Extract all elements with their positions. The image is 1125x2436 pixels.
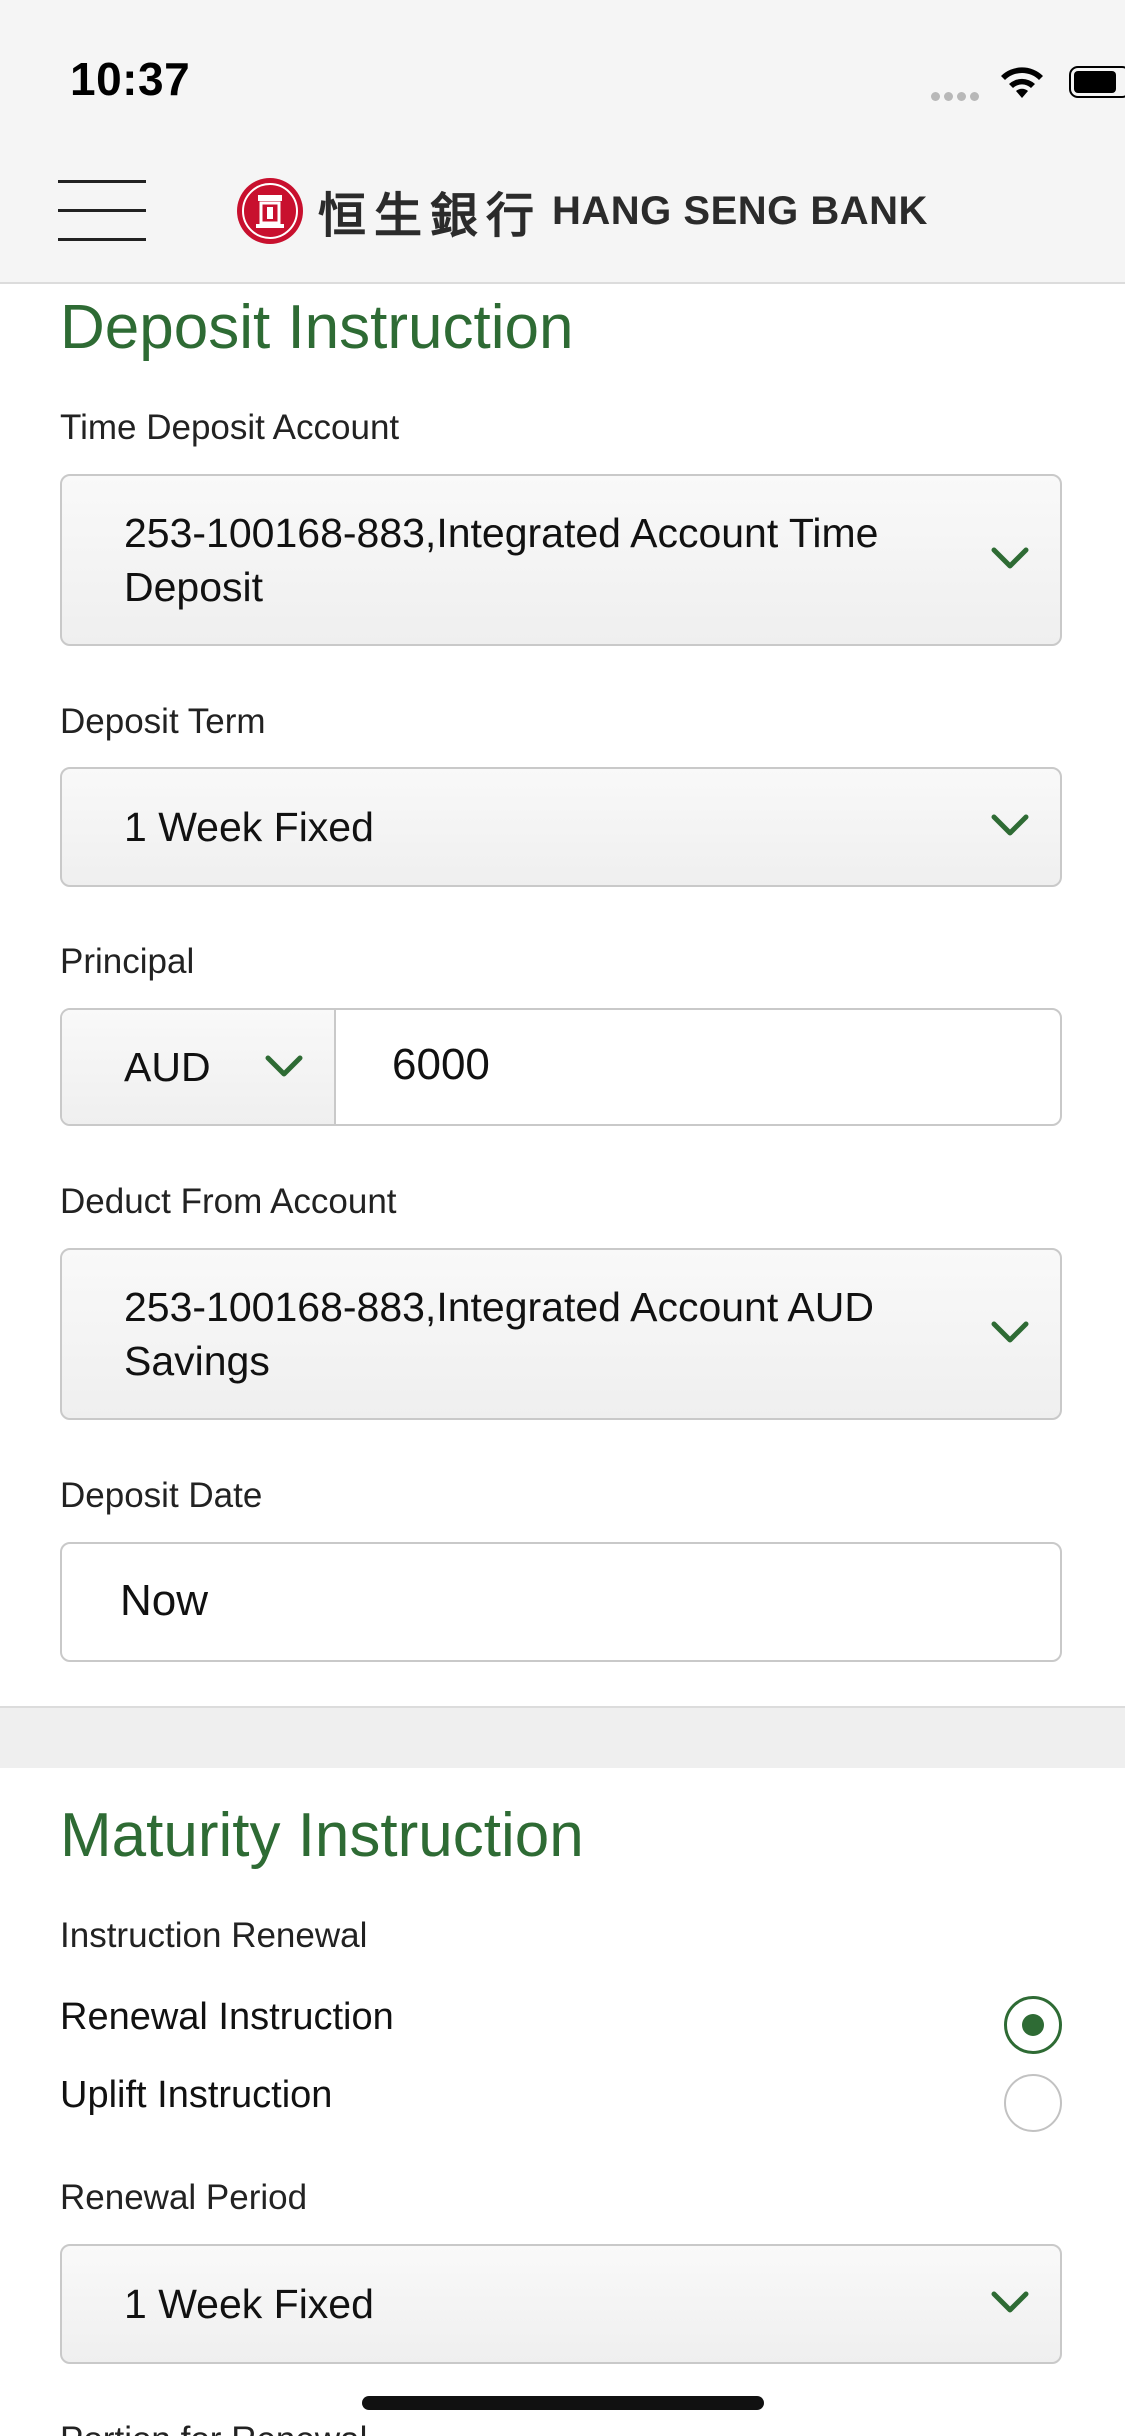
- maturity-instruction-section: Maturity Instruction Instruction Renewal…: [0, 1768, 1125, 2436]
- deduct-from-account-select[interactable]: 253-100168-883,Integrated Account AUD Sa…: [60, 1248, 1062, 1420]
- nav-bar: 恒生銀行 HANG SENG BANK: [0, 140, 1125, 284]
- renewal-period-label: Renewal Period: [60, 2178, 308, 2217]
- renewal-instruction-radio[interactable]: [1004, 1996, 1062, 2054]
- deposit-term-select[interactable]: 1 Week Fixed: [60, 767, 1062, 887]
- portion-for-renewal-label: Portion for Renewal: [60, 2420, 367, 2436]
- deduct-from-account-value: 253-100168-883,Integrated Account AUD Sa…: [124, 1280, 874, 1388]
- chevron-down-icon: [265, 1055, 303, 1077]
- logo-english-text: HANG SENG BANK: [552, 188, 928, 233]
- renewal-instruction-label[interactable]: Renewal Instruction: [60, 1996, 394, 2039]
- uplift-instruction-radio[interactable]: [1004, 2074, 1062, 2132]
- bank-logo: 恒生銀行 HANG SENG BANK: [236, 174, 928, 248]
- renewal-period-value: 1 Week Fixed: [124, 2281, 374, 2327]
- deposit-instruction-title: Deposit Instruction: [60, 293, 574, 362]
- principal-amount-input[interactable]: 6000: [392, 1040, 490, 1090]
- currency-value: AUD: [124, 1044, 211, 1090]
- cellular-signal-icon: [931, 88, 987, 101]
- hamburger-menu-icon[interactable]: [58, 180, 146, 242]
- wifi-icon: [1001, 67, 1043, 98]
- time-deposit-account-line1: 253-100168-883,Integrated Account Time: [124, 510, 879, 556]
- chevron-down-icon: [991, 1321, 1029, 1343]
- deposit-date-field[interactable]: Now: [60, 1542, 1062, 1662]
- time-deposit-account-select[interactable]: 253-100168-883,Integrated Account Time D…: [60, 474, 1062, 646]
- deposit-instruction-section: Deposit Instruction Time Deposit Account…: [0, 284, 1125, 1706]
- currency-select[interactable]: AUD: [62, 1010, 336, 1124]
- chevron-down-icon: [991, 547, 1029, 569]
- deposit-date-value: Now: [120, 1576, 209, 1625]
- principal-group: AUD 6000: [60, 1008, 1062, 1126]
- hang-seng-logo-icon: [237, 178, 303, 244]
- screen: 10:37 恒生銀行 HANG SENG BANK Deposit Instru…: [0, 0, 1125, 2436]
- deduct-from-account-label: Deduct From Account: [60, 1182, 397, 1221]
- instruction-renewal-label: Instruction Renewal: [60, 1916, 368, 1955]
- section-separator: [0, 1706, 1125, 1770]
- status-bar: 10:37: [0, 0, 1125, 140]
- time-deposit-account-label: Time Deposit Account: [60, 408, 400, 447]
- deposit-date-label: Deposit Date: [60, 1476, 263, 1515]
- deposit-term-value: 1 Week Fixed: [124, 804, 374, 850]
- chevron-down-icon: [991, 814, 1029, 836]
- battery-icon: [1069, 66, 1125, 98]
- deposit-term-label: Deposit Term: [60, 702, 266, 741]
- deduct-from-account-line1: 253-100168-883,Integrated Account AUD: [124, 1284, 874, 1330]
- uplift-instruction-label[interactable]: Uplift Instruction: [60, 2074, 332, 2117]
- renewal-period-select[interactable]: 1 Week Fixed: [60, 2244, 1062, 2364]
- logo-chinese-text: 恒生銀行: [318, 188, 543, 244]
- principal-label: Principal: [60, 942, 195, 981]
- deduct-from-account-line2: Savings: [124, 1338, 270, 1384]
- time-deposit-account-value: 253-100168-883,Integrated Account Time D…: [124, 506, 878, 614]
- maturity-instruction-title: Maturity Instruction: [60, 1801, 584, 1870]
- chevron-down-icon: [991, 2291, 1029, 2313]
- home-indicator[interactable]: [362, 2396, 764, 2410]
- status-time: 10:37: [70, 53, 191, 105]
- time-deposit-account-line2: Deposit: [124, 564, 264, 610]
